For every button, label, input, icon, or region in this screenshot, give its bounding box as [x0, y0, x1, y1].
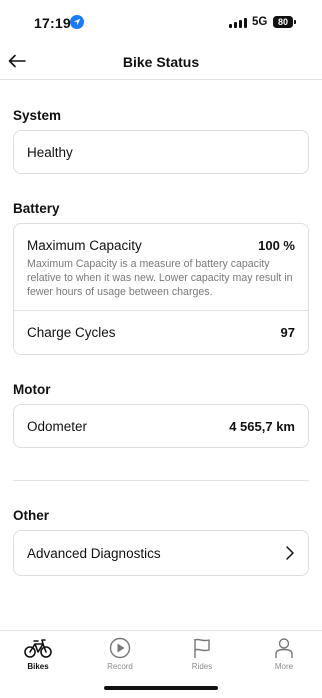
location-arrow-icon [70, 15, 84, 29]
tab-rides-label: Rides [191, 662, 213, 671]
battery-tip [294, 20, 296, 24]
motor-card: Odometer 4 565,7 km [13, 404, 309, 448]
person-icon [275, 638, 293, 658]
chevron-right-icon [286, 546, 294, 560]
battery-section-title: Battery [13, 201, 60, 216]
system-card: Healthy [13, 130, 309, 174]
odometer-value: 4 565,7 km [229, 418, 295, 434]
tab-more-label: More [274, 662, 294, 671]
odometer-label: Odometer [27, 418, 88, 434]
other-section-title: Other [13, 508, 50, 523]
max-capacity-label: Maximum Capacity [27, 237, 142, 253]
tab-bikes-label: Bikes [27, 662, 49, 671]
play-icon [109, 637, 131, 659]
flag-icon [194, 638, 210, 658]
tab-record[interactable]: Record [90, 637, 150, 671]
charge-cycles-value: 97 [280, 324, 295, 340]
home-indicator [104, 686, 218, 690]
header: Bike Status [0, 44, 322, 80]
section-separator [13, 480, 309, 481]
odometer-row: Odometer 4 565,7 km [14, 405, 308, 447]
bike-icon [24, 639, 52, 658]
max-capacity-row: Maximum Capacity 100 % [14, 235, 308, 255]
charge-cycles-row: Charge Cycles 97 [14, 311, 308, 353]
motor-section-title: Motor [13, 382, 51, 397]
system-status-value: Healthy [27, 144, 73, 160]
tab-more[interactable]: More [254, 637, 314, 671]
battery-icon: 80 [273, 16, 293, 28]
tab-rides[interactable]: Rides [172, 637, 232, 671]
signal-icon [229, 18, 247, 28]
status-time: 17:19 [34, 15, 71, 31]
status-bar: 17:19 5G 80 [0, 0, 322, 44]
network-type: 5G [252, 16, 268, 28]
system-section-title: System [13, 108, 62, 123]
charge-cycles-label: Charge Cycles [27, 324, 116, 340]
advanced-diagnostics-label: Advanced Diagnostics [27, 545, 161, 561]
battery-card: Maximum Capacity 100 % Maximum Capacity … [13, 223, 309, 355]
max-capacity-description: Maximum Capacity is a measure of battery… [27, 258, 293, 298]
tab-record-label: Record [107, 662, 133, 671]
tab-bikes[interactable]: Bikes [8, 637, 68, 671]
max-capacity-value: 100 % [258, 237, 295, 253]
advanced-diagnostics-button[interactable]: Advanced Diagnostics [13, 530, 309, 576]
page-title: Bike Status [122, 54, 200, 70]
